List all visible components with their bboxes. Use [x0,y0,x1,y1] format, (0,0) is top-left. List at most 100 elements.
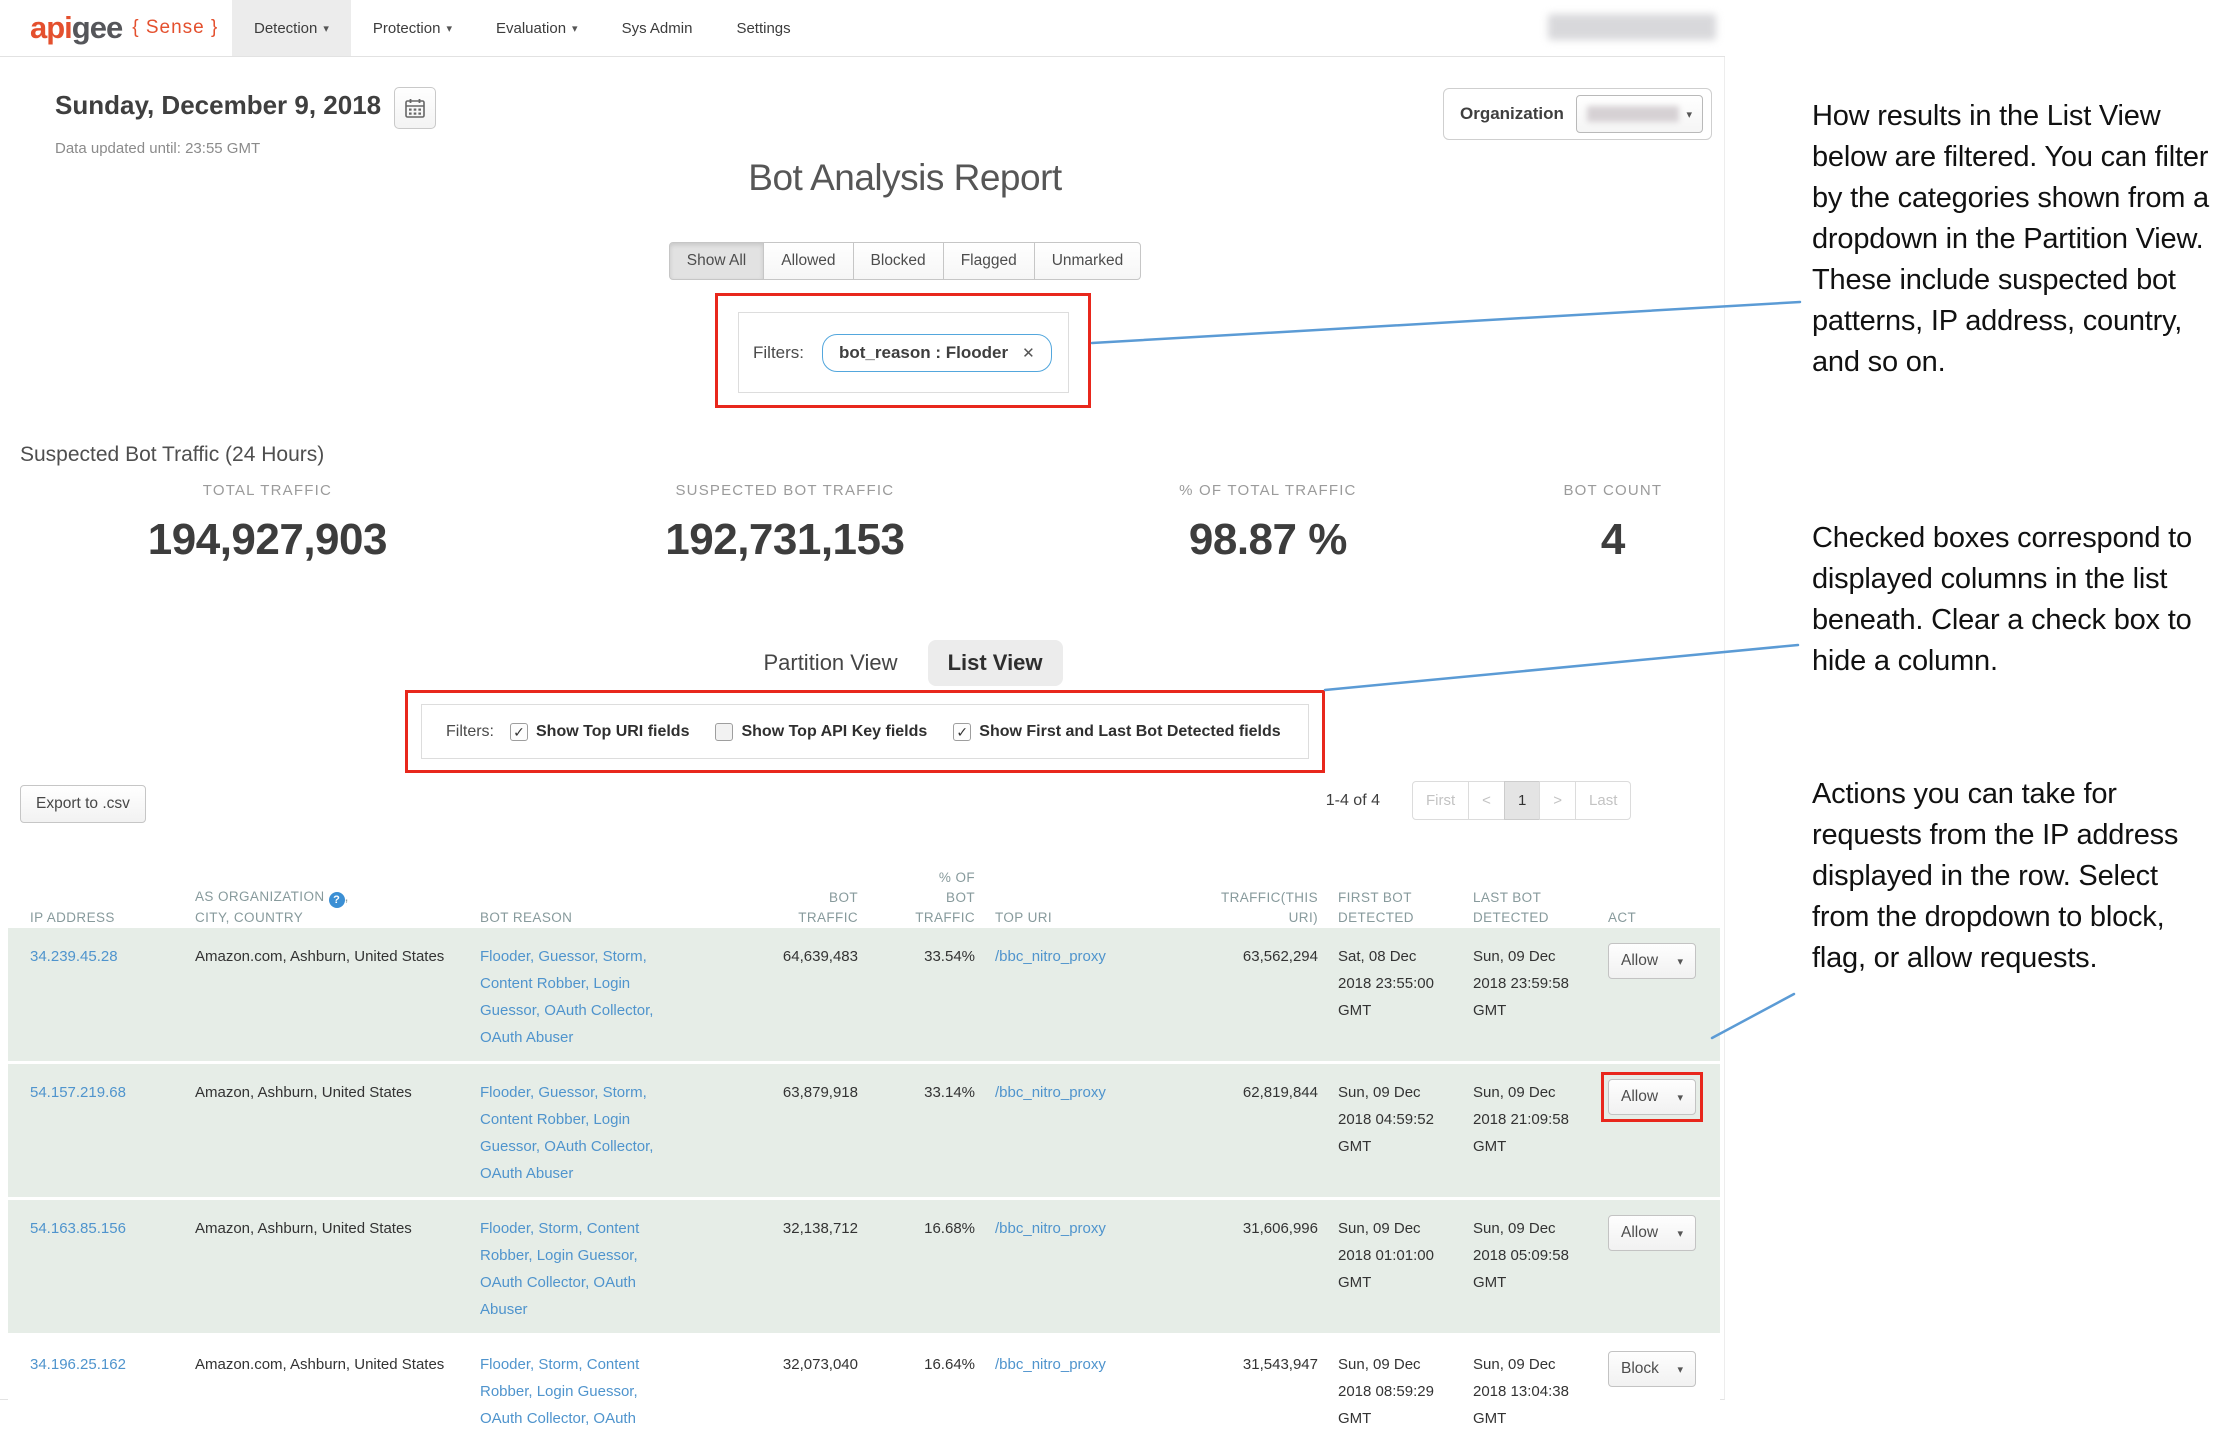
remove-filter-icon[interactable]: ✕ [1022,344,1035,362]
col-header-ip-address: IP ADDRESS [30,840,175,928]
tab-flagged[interactable]: Flagged [943,242,1035,280]
action-dropdown[interactable]: Block ▾ [1608,1351,1696,1387]
calendar-picker-button[interactable] [394,87,436,129]
cell-bot-traffic: 64,639,483 [700,943,858,1051]
cell-traffic-this-uri: 31,606,996 [1175,1215,1318,1323]
checkbox-show-first-last-detected[interactable]: ✓ Show First and Last Bot Detected field… [953,723,1280,741]
checkbox-show-top-api-key[interactable]: Show Top API Key fields [715,723,927,741]
nav-item-settings[interactable]: Settings [714,0,812,56]
bot-reason-link[interactable]: Storm [538,1220,578,1237]
bot-reason-link[interactable]: Login Guessor [537,1247,634,1264]
checkbox-icon[interactable]: ✓ [953,723,971,741]
cell-act: Block ▾ [1608,1351,1718,1433]
help-icon[interactable]: ? [329,892,345,908]
nav-item-detection[interactable]: Detection ▾ [232,0,351,56]
cell-as-organization: Amazon.com, Ashburn, United States [195,943,460,1051]
top-uri-link[interactable]: /bbc_nitro_proxy [995,1220,1106,1237]
top-uri-link[interactable]: /bbc_nitro_proxy [995,1356,1106,1373]
tab-unmarked[interactable]: Unmarked [1034,242,1142,280]
tab-partition-view[interactable]: Partition View [747,640,913,686]
action-dropdown[interactable]: Allow ▾ [1608,1215,1696,1251]
organization-label: Organization [1460,104,1564,124]
annotation-actions: Actions you can take for requests from t… [1812,774,2214,979]
cell-act: Allow ▾ [1608,943,1718,1051]
bot-reason-link[interactable]: OAuth Abuser [480,1165,573,1182]
col-header-bot-reason: BOT REASON [480,840,680,928]
pagination-first[interactable]: First [1412,781,1469,820]
table-row: 34.239.45.28 Amazon.com, Ashburn, United… [8,928,1720,1061]
cell-pct-bot-traffic: 33.14% [878,1079,975,1187]
status-tab-group: Show All Allowed Blocked Flagged Unmarke… [0,242,1810,280]
nav-item-evaluation[interactable]: Evaluation ▾ [474,0,600,56]
column-filter-bar: Filters: ✓ Show Top URI fields Show Top … [421,704,1309,759]
ip-address-link[interactable]: 54.157.219.68 [30,1084,126,1101]
action-dropdown[interactable]: Allow ▾ [1608,1079,1696,1115]
cell-last-bot-detected: Sun, 09 Dec 2018 23:59:58 GMT [1473,943,1588,1051]
filter-chip-bot-reason[interactable]: bot_reason : Flooder ✕ [822,334,1052,372]
col-header-first-bot-detected: FIRST BOTDETECTED [1338,840,1453,928]
cell-last-bot-detected: Sun, 09 Dec 2018 13:04:38 GMT [1473,1351,1588,1433]
cell-pct-bot-traffic: 16.68% [878,1215,975,1323]
tab-allowed[interactable]: Allowed [763,242,853,280]
suspected-traffic-heading: Suspected Bot Traffic (24 Hours) [20,443,324,467]
bot-reason-link[interactable]: Guessor [538,1084,594,1101]
pagination-next[interactable]: > [1539,781,1576,820]
filter-bar: Filters: bot_reason : Flooder ✕ [738,312,1069,393]
bot-reason-link[interactable]: Flooder [480,1084,530,1101]
organization-dropdown[interactable]: ▾ [1576,95,1703,133]
calendar-icon [404,97,426,119]
view-switch: Partition View List View [0,640,1810,686]
pagination-last[interactable]: Last [1575,781,1631,820]
bot-reason-link[interactable]: Storm [603,948,643,965]
bot-reason-link[interactable]: OAuth Collector [480,1410,585,1427]
ip-address-link[interactable]: 34.196.25.162 [30,1356,126,1373]
bot-reason-link[interactable]: Flooder [480,948,530,965]
tab-show-all[interactable]: Show All [669,242,764,280]
stat-suspected-bot-traffic: SUSPECTED BOT TRAFFIC 192,731,153 [535,482,1035,565]
checkbox-show-top-uri[interactable]: ✓ Show Top URI fields [510,723,689,741]
checkbox-icon[interactable]: ✓ [510,723,528,741]
pagination-prev[interactable]: < [1468,781,1505,820]
bot-reason-link[interactable]: Login Guessor [537,1383,634,1400]
bot-reason-link[interactable]: Flooder [480,1220,530,1237]
bot-reason-link[interactable]: OAuth Collector [480,1274,585,1291]
bot-reason-link[interactable]: Storm [538,1356,578,1373]
cell-first-bot-detected: Sat, 08 Dec 2018 23:55:00 GMT [1338,943,1453,1051]
redacted-user-info [1548,14,1716,40]
action-dropdown[interactable]: Allow ▾ [1608,943,1696,979]
bot-reason-link[interactable]: Flooder [480,1356,530,1373]
bot-reason-link[interactable]: OAuth Collector [544,1002,649,1019]
cell-as-organization: Amazon, Ashburn, United States [195,1079,460,1187]
table-header: IP ADDRESS AS ORGANIZATION ?, CITY, COUN… [8,840,1720,928]
cell-top-uri: /bbc_nitro_proxy [995,1079,1155,1187]
cell-first-bot-detected: Sun, 09 Dec 2018 01:01:00 GMT [1338,1215,1453,1323]
top-uri-link[interactable]: /bbc_nitro_proxy [995,948,1106,965]
annotation-checkboxes: Checked boxes correspond to displayed co… [1812,518,2214,682]
export-csv-button[interactable]: Export to .csv [20,785,146,823]
ip-address-link[interactable]: 54.163.85.156 [30,1220,126,1237]
bot-reason-link[interactable]: Content Robber [480,975,585,992]
cell-traffic-this-uri: 62,819,844 [1175,1079,1318,1187]
bot-reason-link[interactable]: Guessor [538,948,594,965]
bot-reason-link[interactable]: Content Robber [480,1111,585,1128]
bot-reason-link[interactable]: OAuth Collector [544,1138,649,1155]
cell-bot-traffic: 63,879,918 [700,1079,858,1187]
top-uri-link[interactable]: /bbc_nitro_proxy [995,1084,1106,1101]
sense-logo-text: { Sense } [132,17,218,39]
cell-act: Allow ▾ [1608,1079,1718,1187]
pagination-page-1[interactable]: 1 [1504,781,1540,820]
caret-down-icon: ▾ [1677,955,1683,968]
ip-address-link[interactable]: 34.239.45.28 [30,948,118,965]
nav-item-protection[interactable]: Protection ▾ [351,0,474,56]
cell-bot-reasons: Flooder, Guessor, Storm, Content Robber,… [480,943,680,1051]
bot-reason-link[interactable]: OAuth Abuser [480,1029,573,1046]
nav-items: Detection ▾ Protection ▾ Evaluation ▾ Sy… [232,0,813,56]
tab-blocked[interactable]: Blocked [853,242,944,280]
bot-reason-link[interactable]: Storm [603,1084,643,1101]
cell-as-organization: Amazon.com, Ashburn, United States [195,1351,460,1433]
nav-item-sys-admin[interactable]: Sys Admin [600,0,715,56]
cell-ip-address: 54.163.85.156 [30,1215,175,1323]
tab-list-view[interactable]: List View [928,640,1063,686]
stat-total-traffic: TOTAL TRAFFIC 194,927,903 [0,482,535,565]
checkbox-icon[interactable] [715,723,733,741]
